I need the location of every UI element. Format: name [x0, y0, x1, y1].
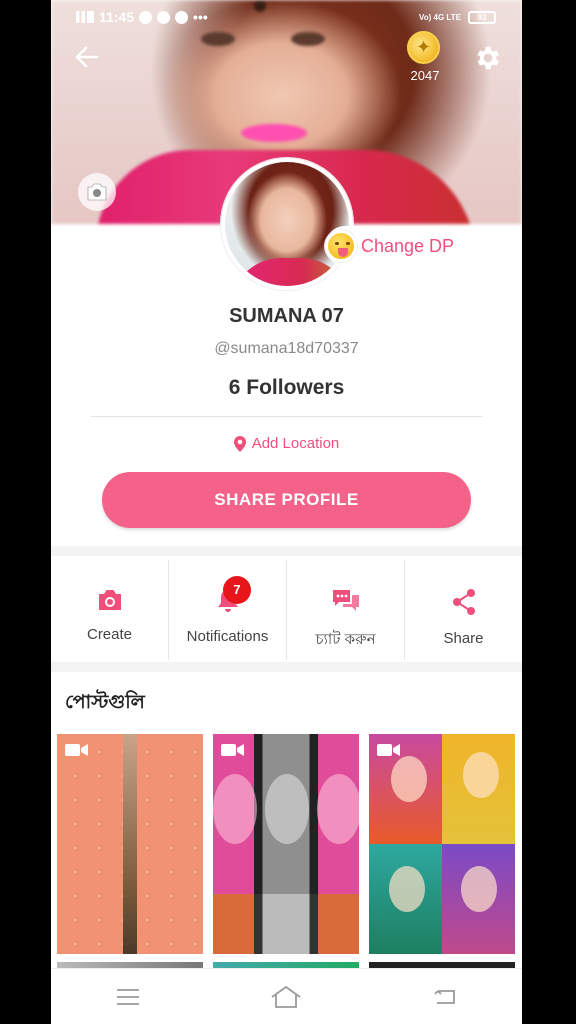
browser-icon	[175, 10, 189, 24]
profile-handle: @sumana18d70337	[214, 340, 359, 357]
arrow-left-icon	[75, 46, 99, 68]
profile-screen: 11:45 ••• Vo) 4G LTE 93 ✦ 2047 Change DP…	[51, 0, 522, 1024]
create-button[interactable]: Create	[51, 560, 169, 660]
location-pin-icon	[233, 435, 246, 452]
back-button[interactable]	[73, 43, 103, 73]
status-bar-right: Vo) 4G LTE 93	[419, 6, 496, 28]
share-icon	[452, 589, 475, 615]
add-location-link[interactable]: Add Location	[51, 435, 522, 452]
post-tile[interactable]	[57, 734, 203, 954]
change-cover-button[interactable]	[78, 173, 116, 211]
change-dp-button[interactable]: Change DP	[325, 226, 463, 266]
settings-button[interactable]	[472, 43, 502, 73]
network-label: Vo) 4G LTE	[419, 12, 461, 22]
notification-badge: 7	[223, 576, 251, 604]
camera-icon	[87, 183, 107, 201]
coin-count: 2047	[410, 68, 440, 83]
action-label: Share	[443, 630, 484, 647]
post-tile[interactable]	[369, 734, 515, 954]
home-icon[interactable]	[270, 985, 302, 1009]
menu-icon[interactable]	[116, 988, 140, 1006]
battery-icon: 93	[468, 10, 496, 24]
divider	[91, 416, 482, 417]
section-separator	[51, 546, 522, 556]
posts-grid	[57, 734, 517, 954]
tongue-emoji-icon	[325, 230, 357, 262]
action-label: চ্যাট করুন	[315, 631, 376, 648]
video-icon	[65, 744, 88, 756]
action-label: Notifications	[186, 628, 269, 645]
camera-icon	[98, 590, 121, 610]
back-nav-icon[interactable]	[433, 987, 457, 1007]
notifications-button[interactable]: 7 Notifications	[169, 560, 287, 660]
avatar[interactable]	[221, 158, 353, 290]
status-time: 11:45	[99, 9, 135, 25]
status-bar-left: 11:45 •••	[76, 6, 208, 28]
status-more: •••	[193, 9, 208, 25]
posts-heading: পোস্টগুলি	[65, 692, 145, 713]
change-dp-label: Change DP	[361, 235, 455, 256]
chat-icon	[332, 590, 359, 611]
shield-icon	[139, 10, 153, 24]
gear-icon	[477, 46, 499, 70]
add-location-label: Add Location	[251, 435, 340, 452]
video-icon	[221, 744, 244, 756]
profile-name: SUMANA 07	[229, 305, 344, 327]
chat-button[interactable]: চ্যাট করুন	[287, 560, 405, 660]
signal-icon	[76, 11, 94, 23]
coin-icon[interactable]: ✦	[407, 31, 440, 64]
check-icon	[157, 10, 171, 24]
post-tile[interactable]	[213, 734, 359, 954]
followers-count[interactable]: 6 Followers	[51, 376, 522, 400]
action-row: Create 7 Notifications চ্যাট করুন Share	[51, 560, 522, 660]
action-label: Create	[86, 626, 133, 643]
share-profile-button[interactable]: SHARE PROFILE	[102, 472, 471, 528]
section-separator	[51, 662, 522, 672]
system-nav-bar	[51, 968, 522, 1024]
video-icon	[377, 744, 400, 756]
share-button[interactable]: Share	[405, 560, 522, 660]
